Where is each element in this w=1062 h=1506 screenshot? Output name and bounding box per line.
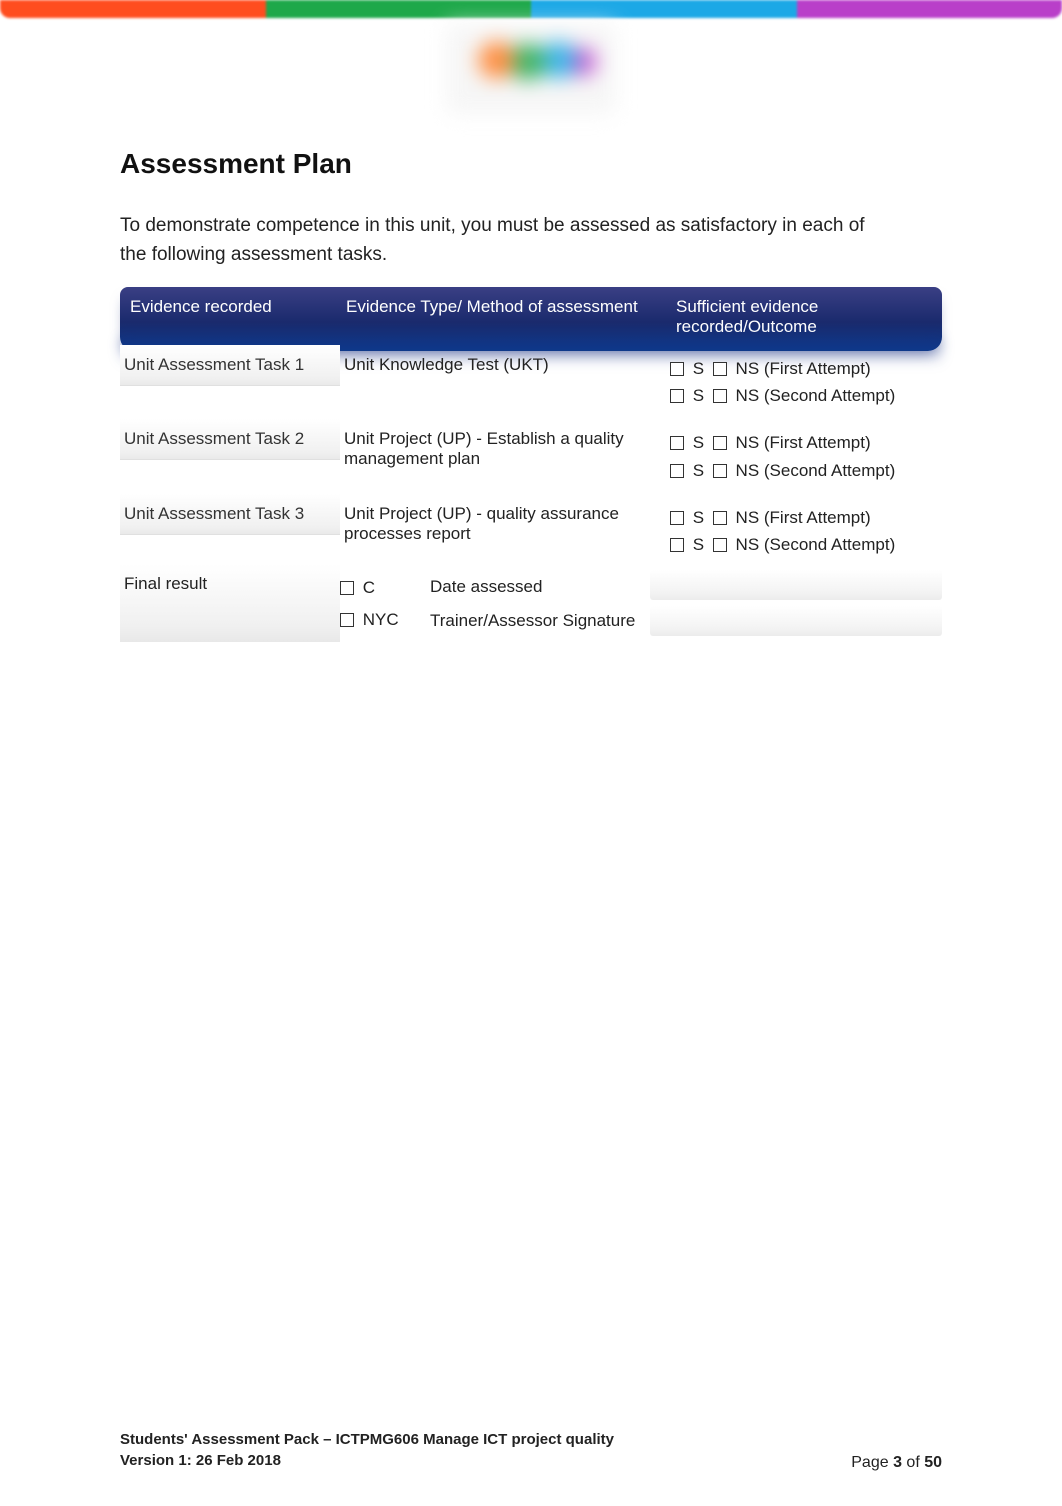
checkbox-icon[interactable] bbox=[670, 511, 684, 525]
ns-label: NS (First Attempt) bbox=[736, 508, 871, 527]
s-label: S bbox=[693, 461, 704, 480]
checkbox-icon[interactable] bbox=[670, 538, 684, 552]
ns-label: NS (Second Attempt) bbox=[736, 386, 896, 405]
assessment-table: Evidence recorded Evidence Type/ Method … bbox=[120, 287, 942, 642]
date-assessed-field[interactable] bbox=[650, 570, 942, 600]
checkbox-icon[interactable] bbox=[670, 362, 684, 376]
not-yet-competent-label: NYC bbox=[363, 610, 399, 629]
outcome-first-attempt: S NS (First Attempt) bbox=[670, 504, 938, 531]
table-header-row: Evidence recorded Evidence Type/ Method … bbox=[120, 287, 942, 351]
checkbox-icon[interactable] bbox=[713, 389, 727, 403]
s-label: S bbox=[693, 359, 704, 378]
task-label: Unit Assessment Task 3 bbox=[120, 494, 340, 535]
checkbox-icon[interactable] bbox=[340, 613, 354, 627]
task-method: Unit Knowledge Test (UKT) bbox=[340, 345, 670, 385]
table-header-evidence-type: Evidence Type/ Method of assessment bbox=[346, 297, 676, 317]
task-label: Unit Assessment Task 1 bbox=[120, 345, 340, 386]
ns-label: NS (First Attempt) bbox=[736, 433, 871, 452]
outcome-first-attempt: S NS (First Attempt) bbox=[670, 355, 938, 382]
checkbox-icon[interactable] bbox=[670, 436, 684, 450]
header-color-ribbon bbox=[0, 0, 1062, 18]
checkbox-icon[interactable] bbox=[713, 538, 727, 552]
table-header-outcome-line2: recorded/Outcome bbox=[676, 317, 936, 337]
s-label: S bbox=[693, 386, 704, 405]
s-label: S bbox=[693, 433, 704, 452]
trainer-signature-field[interactable] bbox=[650, 606, 942, 636]
checkbox-icon[interactable] bbox=[713, 464, 727, 478]
final-result-label: Final result bbox=[120, 564, 340, 642]
table-row: Unit Assessment Task 3 Unit Project (UP)… bbox=[120, 494, 942, 568]
outcome-first-attempt: S NS (First Attempt) bbox=[670, 429, 938, 456]
s-label: S bbox=[693, 535, 704, 554]
checkbox-icon[interactable] bbox=[713, 436, 727, 450]
outcome-second-attempt: S NS (Second Attempt) bbox=[670, 457, 938, 484]
checkbox-icon[interactable] bbox=[670, 389, 684, 403]
footer-doc-title: Students' Assessment Pack – ICTPMG606 Ma… bbox=[120, 1429, 614, 1451]
checkbox-icon[interactable] bbox=[713, 362, 727, 376]
task-label: Unit Assessment Task 2 bbox=[120, 419, 340, 460]
footer-page-number: Page 3 of 50 bbox=[851, 1454, 942, 1472]
trainer-signature-label: Trainer/Assessor Signature bbox=[430, 604, 650, 638]
table-row: Unit Assessment Task 2 Unit Project (UP)… bbox=[120, 419, 942, 493]
competent-label: C bbox=[363, 578, 375, 597]
footer-version: Version 1: 26 Feb 2018 bbox=[120, 1450, 614, 1472]
ns-label: NS (First Attempt) bbox=[736, 359, 871, 378]
ns-label: NS (Second Attempt) bbox=[736, 461, 896, 480]
outcome-second-attempt: S NS (Second Attempt) bbox=[670, 531, 938, 558]
checkbox-icon[interactable] bbox=[713, 511, 727, 525]
task-method: Unit Project (UP) - quality assurance pr… bbox=[340, 494, 670, 554]
org-logo bbox=[446, 24, 616, 114]
ns-label: NS (Second Attempt) bbox=[736, 535, 896, 554]
outcome-second-attempt: S NS (Second Attempt) bbox=[670, 382, 938, 409]
page-title: Assessment Plan bbox=[120, 148, 942, 180]
page-footer: Students' Assessment Pack – ICTPMG606 Ma… bbox=[0, 1429, 1062, 1473]
date-assessed-label: Date assessed bbox=[430, 570, 650, 604]
table-header-outcome: Sufficient evidence recorded/Outcome bbox=[676, 297, 936, 337]
table-header-evidence-recorded: Evidence recorded bbox=[126, 297, 346, 317]
s-label: S bbox=[693, 508, 704, 527]
final-result-row: Final result C NYC Date assessed bbox=[120, 564, 942, 642]
task-method: Unit Project (UP) - Establish a quality … bbox=[340, 419, 670, 479]
checkbox-icon[interactable] bbox=[670, 464, 684, 478]
table-row: Unit Assessment Task 1 Unit Knowledge Te… bbox=[120, 345, 942, 419]
table-header-outcome-line1: Sufficient evidence bbox=[676, 297, 936, 317]
intro-text: To demonstrate competence in this unit, … bbox=[120, 212, 880, 269]
checkbox-icon[interactable] bbox=[340, 581, 354, 595]
